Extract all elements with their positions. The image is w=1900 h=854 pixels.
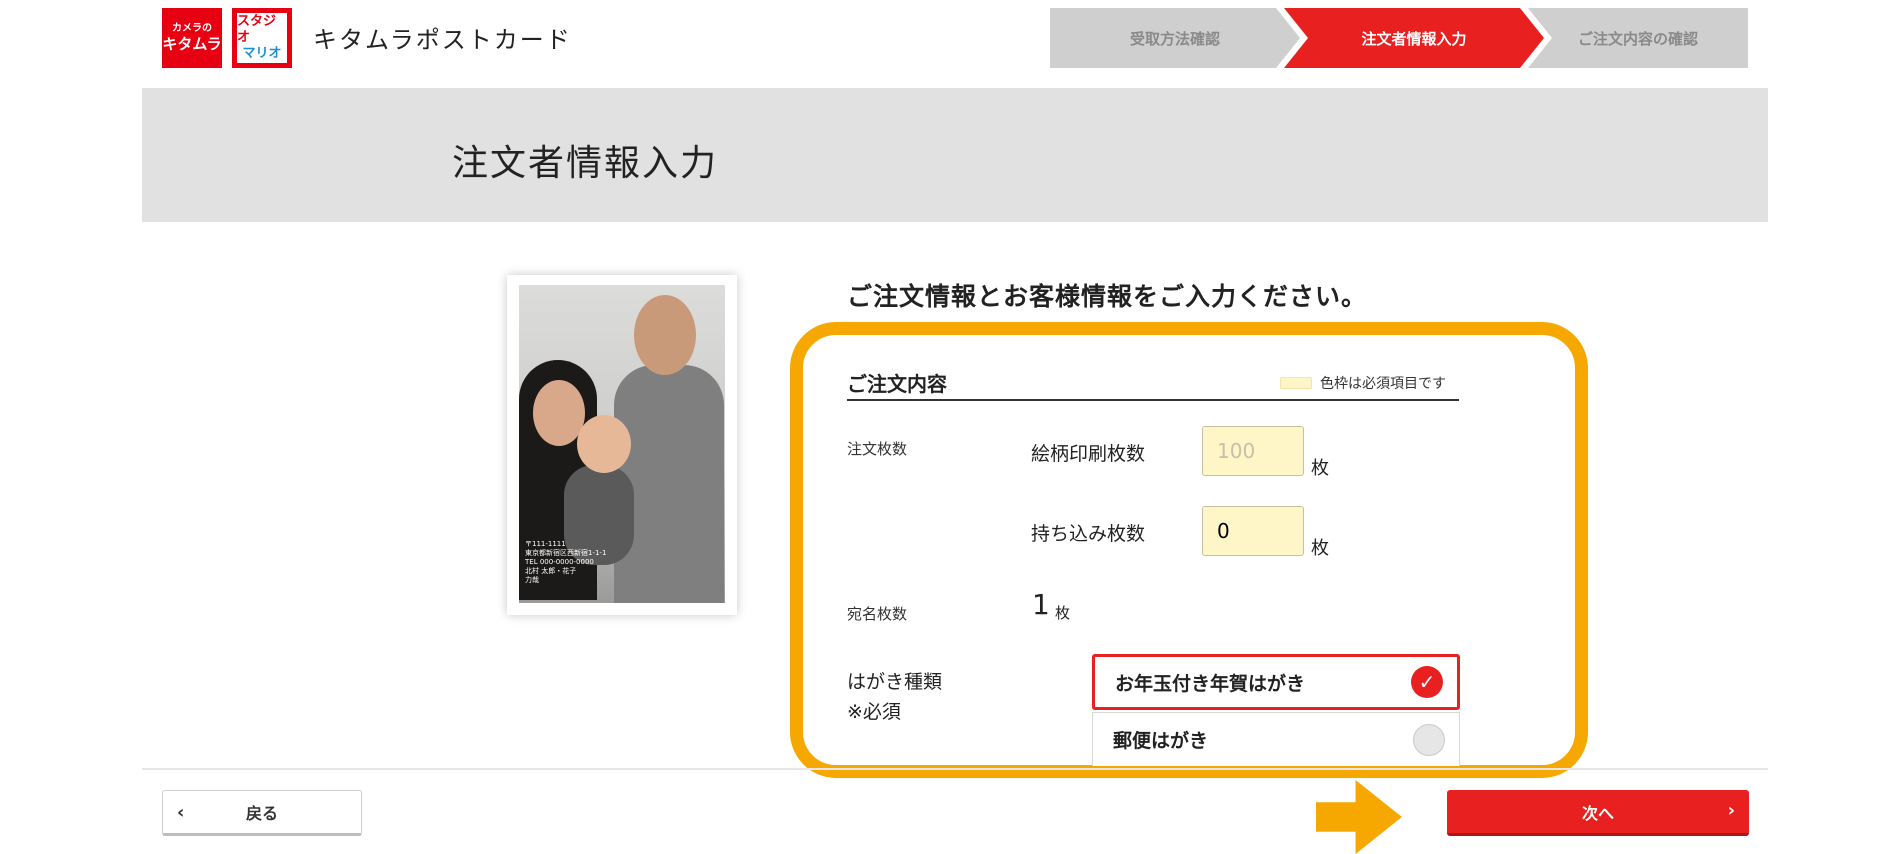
design-print-count-input[interactable] <box>1202 426 1304 476</box>
card-type-required: ※必須 <box>847 701 901 723</box>
option-new-year-postcard[interactable]: お年玉付き年賀はがき ✓ <box>1092 654 1460 710</box>
family-photo: 〒111-1111 東京都新宿区西新宿1-1-1 TEL 000-0000-00… <box>519 285 725 603</box>
address-count-label: 宛名枚数 <box>847 605 908 623</box>
bring-in-unit: 枚 <box>1311 538 1329 559</box>
back-label: 戻る <box>245 804 278 823</box>
step-receive-method: 受取方法確認 <box>1050 8 1300 68</box>
chevron-right-icon: › <box>1727 800 1735 821</box>
page-title: 注文者情報入力 <box>452 143 719 184</box>
address-count-unit: 枚 <box>1055 604 1071 622</box>
option-regular-postcard[interactable]: 郵便はがき <box>1092 712 1460 766</box>
studio-mario-logo-inner: スタジオ マリオ <box>237 13 287 63</box>
page-banner: 注文者情報入力 <box>142 88 1768 222</box>
bring-in-label: 持ち込み枚数 <box>1031 523 1146 545</box>
option-regular-label: 郵便はがき <box>1113 730 1209 752</box>
logo-mario-line2: マリオ <box>242 46 282 61</box>
photo-man-head <box>634 295 696 375</box>
section-title-order: ご注文内容 <box>847 372 947 396</box>
back-button[interactable]: ‹ 戻る <box>162 790 362 836</box>
arrow-right-icon <box>1316 780 1402 854</box>
progress-steps: 受取方法確認 ご注文内容の確認 注文者情報入力 <box>1050 8 1748 68</box>
logo-kitamura-small: カメラの <box>172 23 212 34</box>
card-type-label: はがき種類 <box>847 671 943 693</box>
design-print-unit: 枚 <box>1311 458 1329 479</box>
next-label: 次へ <box>1581 803 1614 823</box>
check-icon: ✓ <box>1411 666 1443 698</box>
option-new-year-label: お年玉付き年賀はがき <box>1115 672 1306 695</box>
step-order-confirm: ご注文内容の確認 <box>1528 8 1748 68</box>
postcard-preview: 〒111-1111 東京都新宿区西新宿1-1-1 TEL 000-0000-00… <box>507 275 737 615</box>
studio-mario-logo[interactable]: スタジオ マリオ <box>232 8 292 68</box>
next-button[interactable]: 次へ › <box>1447 790 1749 836</box>
radio-unchecked-icon <box>1413 724 1445 756</box>
step-orderer-info: 注文者情報入力 <box>1284 8 1544 68</box>
chevron-left-icon: ‹ <box>177 802 185 823</box>
kitamura-logo[interactable]: カメラの キタムラ <box>162 8 222 68</box>
address-count-value: 1 <box>1032 588 1050 621</box>
required-legend-text: 色枠は必須項目です <box>1320 376 1446 392</box>
required-swatch <box>1280 377 1312 389</box>
card-type-label-group: はがき種類 ※必須 <box>847 667 942 727</box>
logo-kitamura-big: キタムラ <box>162 35 222 53</box>
bring-in-count-input[interactable] <box>1202 506 1304 556</box>
logo-mario-line1: スタジオ <box>237 14 277 45</box>
order-count-label: 注文枚数 <box>847 440 908 458</box>
site-title: キタムラポストカード <box>313 26 572 54</box>
photo-baby-head <box>577 415 631 473</box>
design-print-label: 絵柄印刷枚数 <box>1031 443 1146 465</box>
form-heading: ご注文情報とお客様情報をご入力ください。 <box>847 282 1368 311</box>
postcard-print-text: 〒111-1111 東京都新宿区西新宿1-1-1 TEL 000-0000-00… <box>525 540 607 584</box>
footer-divider <box>142 768 1768 770</box>
section-divider <box>847 399 1459 401</box>
required-legend: 色枠は必須項目です <box>1280 373 1446 393</box>
